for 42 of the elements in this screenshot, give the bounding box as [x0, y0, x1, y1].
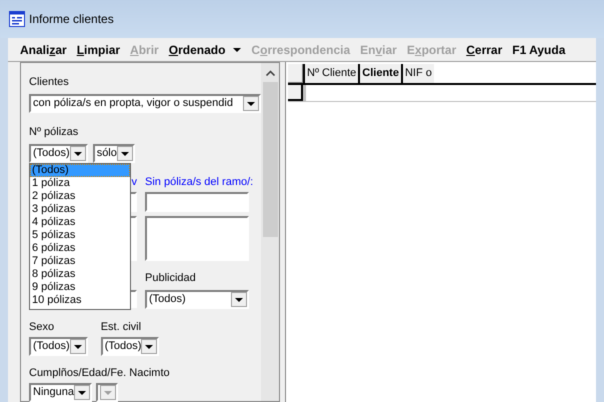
- field-label: Sexo: [29, 321, 56, 334]
- field-label: Clientes: [29, 76, 70, 89]
- dropdown-field[interactable]: (Todos): [29, 337, 88, 356]
- scroll-thumb[interactable]: [262, 82, 278, 237]
- list-option[interactable]: 4 pólizas: [30, 216, 130, 229]
- scroll-up-icon[interactable]: [266, 70, 274, 76]
- list-option[interactable]: 3 pólizas: [30, 203, 130, 216]
- dropdown-field[interactable]: (Todos): [145, 290, 249, 309]
- list-option[interactable]: (Todos): [30, 164, 130, 177]
- field-label: Sin póliza/s del ramo/:: [145, 176, 254, 189]
- dropdown-field[interactable]: (Todos): [100, 337, 160, 356]
- input-field[interactable]: [145, 192, 249, 212]
- field-label: Nº pólizas: [29, 126, 80, 139]
- list-option[interactable]: 2 pólizas: [30, 190, 130, 203]
- menu-button[interactable]: Ordenado: [168, 41, 242, 59]
- menu-button[interactable]: Cerrar: [466, 41, 502, 59]
- field-label: Publicidad: [145, 272, 197, 285]
- input-field[interactable]: [145, 216, 249, 261]
- list-option[interactable]: 10 pólizas: [30, 294, 130, 307]
- field-label: v: [132, 176, 137, 189]
- column-header[interactable]: NIF o: [400, 64, 434, 83]
- menu-button[interactable]: F1 Ayuda: [512, 41, 566, 59]
- dropdown-field[interactable]: (Todos): [29, 144, 88, 163]
- app-icon: [9, 11, 25, 27]
- list-option[interactable]: 5 pólizas: [30, 229, 130, 242]
- list-option[interactable]: 1 póliza: [30, 177, 130, 190]
- menu-button[interactable]: Analizar: [20, 41, 67, 59]
- row-selector[interactable]: [288, 85, 303, 101]
- dropdown-field[interactable]: con póliza/s en propta, vigor o suspendid: [29, 94, 261, 113]
- menu-button[interactable]: Limpiar: [76, 41, 120, 59]
- scrollbar[interactable]: [261, 63, 279, 401]
- dropdown-field[interactable]: sólo: [92, 144, 135, 163]
- field-label: Est. civil: [100, 321, 142, 334]
- column-header[interactable]: Nº Cliente: [303, 64, 358, 83]
- list-option[interactable]: 8 pólizas: [30, 268, 130, 281]
- field-label: Cumplños/Edad/Fe. Nacimto: [29, 367, 171, 380]
- list-option[interactable]: 9 pólizas: [30, 281, 130, 294]
- dropdown-field[interactable]: Ninguna: [29, 383, 92, 402]
- list-option[interactable]: 6 pólizas: [30, 242, 130, 255]
- column-header[interactable]: Cliente: [358, 64, 401, 83]
- window-title: Informe clientes: [29, 11, 114, 28]
- list-option[interactable]: 7 pólizas: [30, 255, 130, 268]
